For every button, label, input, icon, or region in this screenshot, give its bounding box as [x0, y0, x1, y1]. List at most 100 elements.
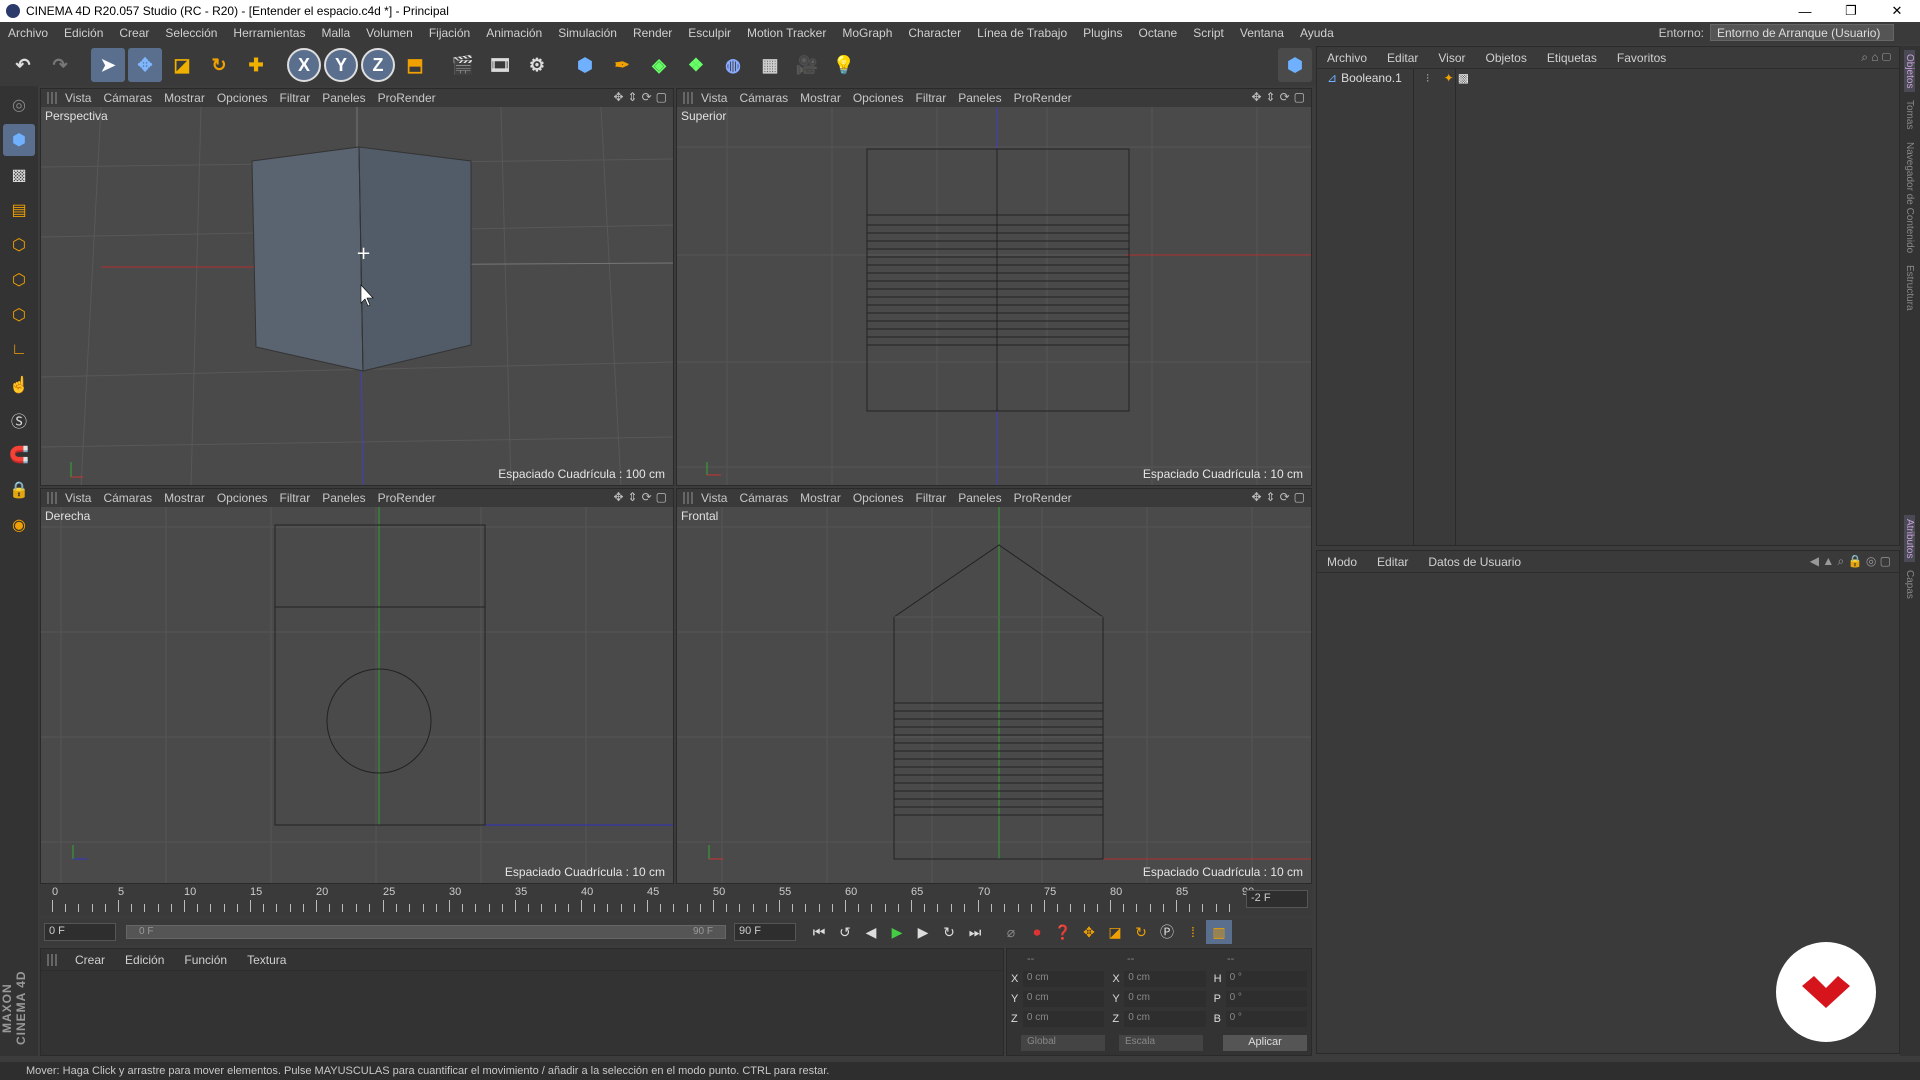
om-menu-favoritos[interactable]: Favoritos [1607, 51, 1676, 65]
maximize-view-icon[interactable]: ▢ [1294, 490, 1305, 504]
zoom-view-icon[interactable]: ⇕ [1266, 90, 1276, 104]
scale-tool-icon[interactable]: ◪ [165, 48, 199, 82]
tweak-icon[interactable]: ☝ [3, 369, 35, 401]
size-z-field[interactable]: 0 cm [1124, 1011, 1206, 1027]
material-tag-icon[interactable]: ▩ [1458, 71, 1469, 85]
viewport-menu-paneles[interactable]: Paneles [322, 91, 377, 105]
menu-ayuda[interactable]: Ayuda [1292, 26, 1342, 40]
texture-mode-icon[interactable]: ▩ [3, 159, 35, 191]
viewport-menu-prorender[interactable]: ProRender [378, 91, 448, 105]
redo-icon[interactable]: ↷ [43, 48, 77, 82]
timeline-layout-icon[interactable]: ▥ [1206, 920, 1232, 944]
rotate-tool-icon[interactable]: ↻ [202, 48, 236, 82]
om-menu-archivo[interactable]: Archivo [1317, 51, 1377, 65]
light-icon[interactable]: 💡 [827, 48, 861, 82]
right-canvas[interactable] [41, 507, 674, 884]
planar-workplane-icon[interactable]: ◉ [3, 509, 35, 541]
render-picture-viewer-icon[interactable]: 🎞 [483, 48, 517, 82]
om-menu-visor[interactable]: Visor [1428, 51, 1475, 65]
coord-mode-select[interactable]: Global [1021, 1035, 1105, 1051]
apply-button[interactable]: Aplicar [1223, 1035, 1307, 1051]
viewport-front[interactable]: Vista Cámaras Mostrar Opciones Filtrar P… [676, 488, 1312, 884]
cube-primitive-icon[interactable]: ⬢ [568, 48, 602, 82]
am-menu-datos-usuario[interactable]: Datos de Usuario [1418, 555, 1531, 569]
rotation-p-field[interactable]: 0 ° [1225, 991, 1307, 1007]
maximize-button[interactable]: ❐ [1828, 0, 1874, 22]
om-menu-etiquetas[interactable]: Etiquetas [1537, 51, 1607, 65]
viewport-perspective[interactable]: Vista Cámaras Mostrar Opciones Filtrar P… [40, 88, 674, 486]
x-axis-button[interactable]: X [287, 48, 321, 82]
rotate-view-icon[interactable]: ⟳ [1280, 90, 1290, 104]
key-pla-icon[interactable]: ⁞ [1180, 920, 1206, 944]
viewport-menu-filtrar[interactable]: Filtrar [280, 491, 323, 505]
menu-fijacion[interactable]: Fijación [421, 26, 478, 40]
size-x-field[interactable]: 0 cm [1124, 971, 1206, 987]
position-y-field[interactable]: 0 cm [1022, 991, 1105, 1007]
menu-archivo[interactable]: Archivo [0, 26, 56, 40]
viewport-menu-prorender[interactable]: ProRender [378, 491, 448, 505]
key-parameter-icon[interactable]: Ⓟ [1154, 920, 1180, 944]
menu-plugins[interactable]: Plugins [1075, 26, 1130, 40]
size-y-field[interactable]: 0 cm [1124, 991, 1206, 1007]
move-tool-icon[interactable]: ✥ [128, 48, 162, 82]
viewport-menu-mostrar[interactable]: Mostrar [800, 91, 853, 105]
pan-view-icon[interactable]: ✥ [613, 90, 623, 104]
edges-mode-icon[interactable]: ⬡ [3, 264, 35, 296]
menu-esculpir[interactable]: Esculpir [680, 26, 739, 40]
motion-record-icon[interactable]: ⌀ [998, 920, 1024, 944]
tab-estructura[interactable]: Estructura [1904, 261, 1915, 315]
viewport-menu-prorender[interactable]: ProRender [1014, 91, 1084, 105]
undo-icon[interactable]: ↶ [6, 48, 40, 82]
camera-icon[interactable]: 🎥 [790, 48, 824, 82]
key-rotation-icon[interactable]: ↻ [1128, 920, 1154, 944]
visibility-dots-icon[interactable]: ⁝ [1426, 71, 1430, 85]
menu-mograph[interactable]: MoGraph [834, 26, 900, 40]
viewport-menu-camaras[interactable]: Cámaras [739, 491, 800, 505]
menu-seleccion[interactable]: Selección [157, 26, 225, 40]
viewport-menu-opciones[interactable]: Opciones [853, 91, 916, 105]
viewport-menu-prorender[interactable]: ProRender [1014, 491, 1084, 505]
size-mode-select[interactable]: Escala [1119, 1035, 1203, 1051]
viewport-menu-vista[interactable]: Vista [65, 491, 103, 505]
polygons-mode-icon[interactable]: ⬡ [3, 299, 35, 331]
menu-animacion[interactable]: Animación [478, 26, 550, 40]
am-menu-modo[interactable]: Modo [1317, 555, 1367, 569]
timeline-ruler[interactable]: 051015202530354045505560657075808590 -2 … [40, 884, 1312, 916]
mat-menu-crear[interactable]: Crear [65, 953, 115, 967]
viewport-top[interactable]: Vista Cámaras Mostrar Opciones Filtrar P… [676, 88, 1312, 486]
menu-simulacion[interactable]: Simulación [550, 26, 625, 40]
menu-linea-de-trabajo[interactable]: Línea de Trabajo [969, 26, 1075, 40]
front-canvas[interactable] [677, 507, 1312, 884]
render-settings-icon[interactable]: ⚙ [520, 48, 554, 82]
tab-navegador[interactable]: Navegador de Contenido [1904, 138, 1915, 257]
viewport-menu-filtrar[interactable]: Filtrar [280, 91, 323, 105]
subdivision-icon[interactable]: ◈ [642, 48, 676, 82]
add-tool-icon[interactable]: ✚ [239, 48, 273, 82]
start-frame-field[interactable]: 0 F [44, 923, 116, 941]
workplane-icon[interactable]: ▤ [3, 194, 35, 226]
position-x-field[interactable]: 0 cm [1022, 971, 1105, 987]
viewport-menu-paneles[interactable]: Paneles [958, 491, 1013, 505]
position-z-field[interactable]: 0 cm [1022, 1011, 1105, 1027]
viewport-menu-vista[interactable]: Vista [65, 91, 103, 105]
phong-tag-icon[interactable]: ✦ [1444, 71, 1454, 85]
maximize-view-icon[interactable]: ▢ [656, 90, 667, 104]
viewport-menu-mostrar[interactable]: Mostrar [164, 491, 217, 505]
points-mode-icon[interactable]: ⬡ [3, 229, 35, 261]
viewport-menu-vista[interactable]: Vista [701, 91, 739, 105]
menu-crear[interactable]: Crear [111, 26, 157, 40]
viewport-menu-opciones[interactable]: Opciones [217, 491, 280, 505]
select-arrow-icon[interactable]: ➤ [91, 48, 125, 82]
zoom-view-icon[interactable]: ⇕ [628, 490, 638, 504]
pan-view-icon[interactable]: ✥ [1251, 90, 1261, 104]
key-scale-icon[interactable]: ◪ [1102, 920, 1128, 944]
menu-script[interactable]: Script [1185, 26, 1232, 40]
zoom-view-icon[interactable]: ⇕ [628, 90, 638, 104]
menu-malla[interactable]: Malla [313, 26, 358, 40]
mat-menu-textura[interactable]: Textura [237, 953, 296, 967]
maximize-view-icon[interactable]: ▢ [1294, 90, 1305, 104]
object-row-booleano[interactable]: ⊿ Booleano.1 ⁝ ✦ ▩ [1317, 69, 1899, 87]
rotation-h-field[interactable]: 0 ° [1225, 971, 1307, 987]
tab-atributos[interactable]: Atributos [1904, 514, 1915, 563]
snap-icon[interactable]: Ⓢ [3, 404, 35, 436]
